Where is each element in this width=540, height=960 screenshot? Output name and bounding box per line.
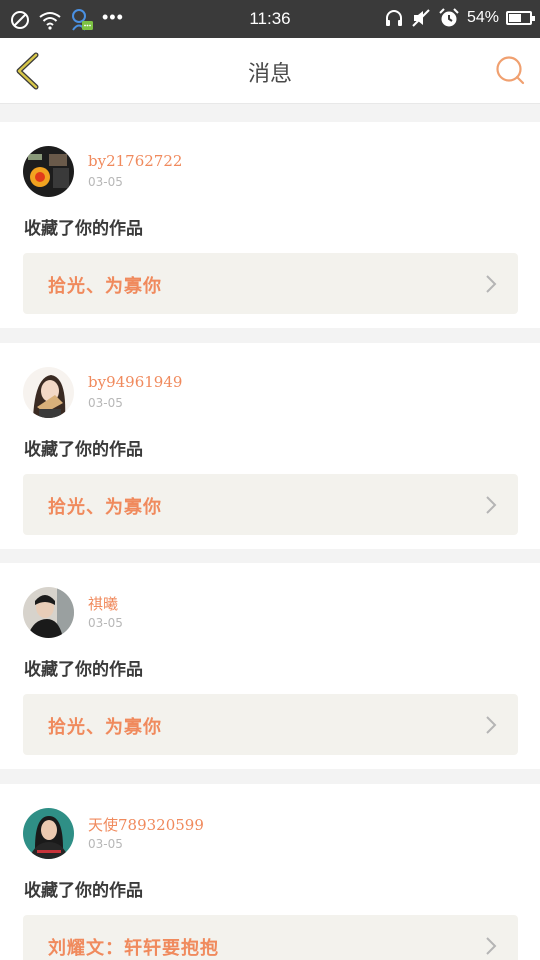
alarm-icon — [439, 8, 459, 27]
username[interactable]: 祺曦 — [88, 593, 118, 614]
avatar[interactable] — [23, 808, 74, 859]
message-action: 收藏了你的作品 — [24, 660, 143, 680]
app-header: 消息 — [0, 38, 540, 104]
work-title: 拾光、为寡你 — [48, 276, 162, 297]
avatar[interactable] — [23, 146, 74, 197]
chevron-right-icon — [486, 275, 497, 293]
search-icon[interactable] — [494, 54, 526, 86]
mute-icon — [412, 9, 430, 27]
work-title: 拾光、为寡你 — [48, 717, 162, 738]
username[interactable]: by21762722 — [88, 152, 182, 170]
work-link[interactable]: 刘耀文：轩轩要抱抱 — [23, 915, 518, 960]
avatar[interactable] — [23, 587, 74, 638]
status-bar: ••• 11:36 54% — [0, 0, 540, 38]
message-card: 天使789320599 03-05 收藏了你的作品 刘耀文：轩轩要抱抱 — [0, 784, 540, 960]
work-link[interactable]: 拾光、为寡你 — [23, 253, 518, 314]
chevron-right-icon — [486, 496, 497, 514]
message-action: 收藏了你的作品 — [24, 440, 143, 460]
avatar[interactable] — [23, 367, 74, 418]
work-title: 刘耀文：轩轩要抱抱 — [48, 938, 219, 959]
work-title: 拾光、为寡你 — [48, 497, 162, 518]
chevron-right-icon — [486, 937, 497, 955]
headphones-icon — [385, 10, 402, 26]
message-card: by94961949 03-05 收藏了你的作品 拾光、为寡你 — [0, 343, 540, 549]
work-link[interactable]: 拾光、为寡你 — [23, 474, 518, 535]
username[interactable]: 天使789320599 — [88, 814, 204, 835]
message-date: 03-05 — [88, 175, 123, 189]
message-action: 收藏了你的作品 — [24, 881, 143, 901]
work-link[interactable]: 拾光、为寡你 — [23, 694, 518, 755]
message-date: 03-05 — [88, 396, 123, 410]
username[interactable]: by94961949 — [88, 373, 182, 391]
page-title: 消息 — [247, 62, 292, 87]
message-date: 03-05 — [88, 616, 123, 630]
chevron-right-icon — [486, 716, 497, 734]
battery-percent: 54% — [466, 9, 499, 26]
status-bar-right-icons: 54% — [384, 8, 535, 28]
message-card: by21762722 03-05 收藏了你的作品 拾光、为寡你 — [0, 122, 540, 328]
battery-icon — [506, 11, 535, 25]
message-card: 祺曦 03-05 收藏了你的作品 拾光、为寡你 — [0, 563, 540, 769]
message-date: 03-05 — [88, 837, 123, 851]
message-action: 收藏了你的作品 — [24, 219, 143, 239]
